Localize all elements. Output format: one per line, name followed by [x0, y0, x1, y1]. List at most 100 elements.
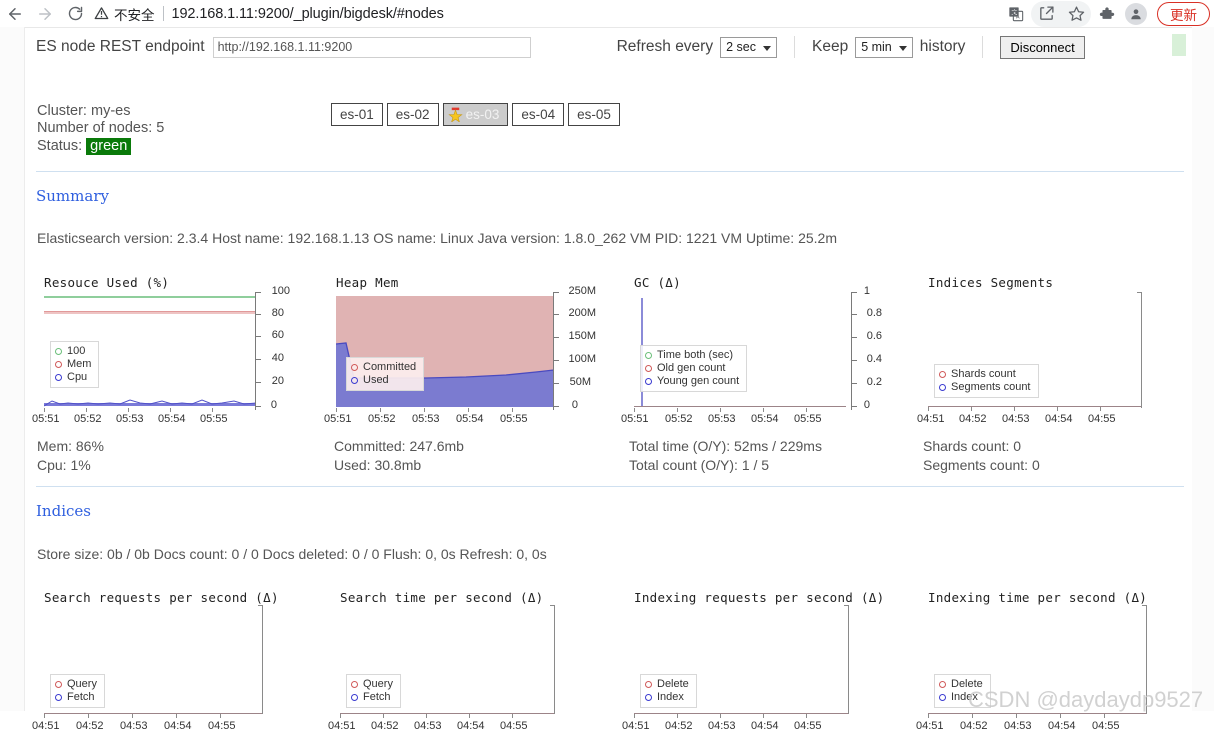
x-tick-label: 04:53	[708, 720, 736, 732]
node-tab-es-05[interactable]: es-05	[568, 103, 620, 126]
x-tick-label: 04:51	[917, 413, 945, 425]
legend-item: Index	[645, 691, 689, 704]
back-arrow-icon[interactable]	[0, 1, 30, 27]
x-tick-label: 04:52	[371, 720, 399, 732]
legend-item: Fetch	[55, 691, 97, 704]
avatar[interactable]	[1121, 1, 1151, 27]
node-tab-es-04[interactable]: es-04	[512, 103, 565, 126]
y-tick-label: 150M	[568, 330, 596, 342]
series-100-line	[44, 296, 256, 298]
node-tab-es-02[interactable]: es-02	[386, 103, 439, 126]
share-icon[interactable]	[1031, 1, 1061, 27]
x-axis	[634, 406, 846, 407]
legend-swatch	[55, 374, 62, 381]
x-tick-label: 04:53	[1004, 720, 1032, 732]
x-tickmark	[170, 408, 171, 412]
extensions-puzzle-icon[interactable]	[1091, 1, 1121, 27]
refresh-interval-select[interactable]: 2 sec	[720, 36, 777, 58]
legend-swatch	[645, 365, 652, 372]
x-tickmark	[972, 714, 973, 718]
legend-swatch	[939, 681, 946, 688]
x-axis	[634, 713, 848, 714]
y-tick-label: 1	[863, 285, 870, 297]
node-tab-label: es-02	[395, 107, 430, 122]
y-tickmark	[852, 337, 857, 338]
chart-legend: Query Fetch	[346, 674, 401, 708]
legend-item: Fetch	[351, 691, 393, 704]
chart-legend: Delete Index	[640, 674, 697, 708]
security-warning-text: 不安全	[114, 7, 155, 23]
endpoint-input[interactable]	[212, 36, 531, 58]
translate-icon[interactable]: 文A	[1001, 1, 1031, 27]
stats-gc: Total time (O/Y): 52ms / 229ms Total cou…	[629, 437, 822, 475]
y-tickmark	[256, 406, 261, 407]
y-tickmark	[256, 382, 261, 383]
node-tab-label: es-01	[340, 107, 374, 122]
node-count-line: Number of nodes: 5	[37, 120, 165, 136]
x-tick-label: 04:55	[1092, 720, 1120, 732]
x-tickmark	[806, 408, 807, 412]
legend-label: Committed	[363, 361, 417, 373]
chart-heap-mem: Heap Mem 250M 200M 150M 100M 50M 0 Commi…	[324, 275, 596, 425]
legend-label: Old gen count	[657, 362, 726, 374]
chart-legend: Query Fetch	[50, 674, 105, 708]
y-tickmark	[852, 360, 857, 361]
y-axis	[255, 292, 256, 410]
legend-item: Segments count	[939, 381, 1031, 394]
x-tick-label: 05:54	[751, 413, 779, 425]
node-tab-es-03[interactable]: es-03	[442, 103, 509, 126]
chart-indexing-requests: Indexing requests per second (Δ) Delete …	[622, 590, 884, 732]
x-tickmark	[720, 714, 721, 718]
plot-area: 1 0.8 0.6 0.4 0.2 0 Time both (sec) Old …	[621, 285, 882, 425]
legend-label: Delete	[657, 678, 689, 690]
security-warning-chip[interactable]: 不安全	[94, 4, 155, 24]
x-tick-label: 04:54	[457, 720, 485, 732]
x-tickmark	[763, 408, 764, 412]
legend-item: Delete	[645, 678, 689, 691]
x-tickmark	[132, 714, 133, 718]
legend-item: Committed	[351, 361, 416, 374]
node-tab-label: es-05	[577, 107, 611, 122]
x-tick-label: 05:51	[32, 413, 60, 425]
disconnect-button[interactable]: Disconnect	[1000, 35, 1085, 59]
y-tick-label: 0	[571, 399, 578, 411]
summary-section-title[interactable]: Summary	[36, 187, 109, 205]
legend-label: Fetch	[67, 691, 95, 703]
x-tickmark	[424, 408, 425, 412]
x-tickmark	[44, 714, 45, 718]
address-bar[interactable]: 不安全 192.168.1.11:9200/_plugin/bigdesk/#n…	[94, 2, 1001, 25]
legend-label: Mem	[67, 358, 92, 370]
y-tickmark	[554, 406, 559, 407]
forward-arrow-icon[interactable]	[30, 1, 60, 27]
x-tickmark	[720, 408, 721, 412]
page-top-divider	[0, 27, 1214, 28]
keep-history-select[interactable]: 5 min	[855, 36, 913, 58]
url-text[interactable]: 192.168.1.11:9200/_plugin/bigdesk/#nodes	[172, 6, 444, 22]
x-tick-label: 04:52	[959, 413, 987, 425]
y-tickmark	[554, 314, 559, 315]
chart-title: Indices Segments	[928, 275, 1054, 290]
keep-label: Keep	[811, 38, 849, 55]
node-tab-es-01[interactable]: es-01	[331, 103, 383, 126]
legend-label: Query	[363, 678, 393, 690]
x-tick-label: 05:52	[74, 413, 102, 425]
reload-icon[interactable]	[60, 1, 90, 27]
cluster-status-line: Status: green	[37, 138, 164, 155]
legend-item: 100	[55, 345, 91, 358]
x-tickmark	[86, 408, 87, 412]
x-tick-label: 04:51	[916, 720, 944, 732]
chevron-down-icon	[898, 45, 907, 51]
plot-area: Query Fetch 04:51 04:52 04:53 04:54 04:5…	[32, 605, 268, 732]
y-tick-label: 100M	[568, 353, 596, 365]
y-tickmark	[852, 292, 857, 293]
divider	[793, 36, 795, 58]
bigdesk-page: ES node REST endpoint Refresh every 2 se…	[0, 27, 1214, 732]
chart-indices-segments: Indices Segments Shards count Segments c…	[917, 275, 1152, 425]
update-button[interactable]: 更新	[1157, 1, 1210, 26]
bookmark-star-icon[interactable]	[1061, 1, 1091, 27]
legend-swatch	[939, 384, 946, 391]
svg-text:A: A	[1016, 14, 1020, 20]
x-tickmark	[44, 408, 45, 412]
indices-section-title[interactable]: Indices	[36, 502, 91, 520]
legend-item: Shards count	[939, 368, 1031, 381]
